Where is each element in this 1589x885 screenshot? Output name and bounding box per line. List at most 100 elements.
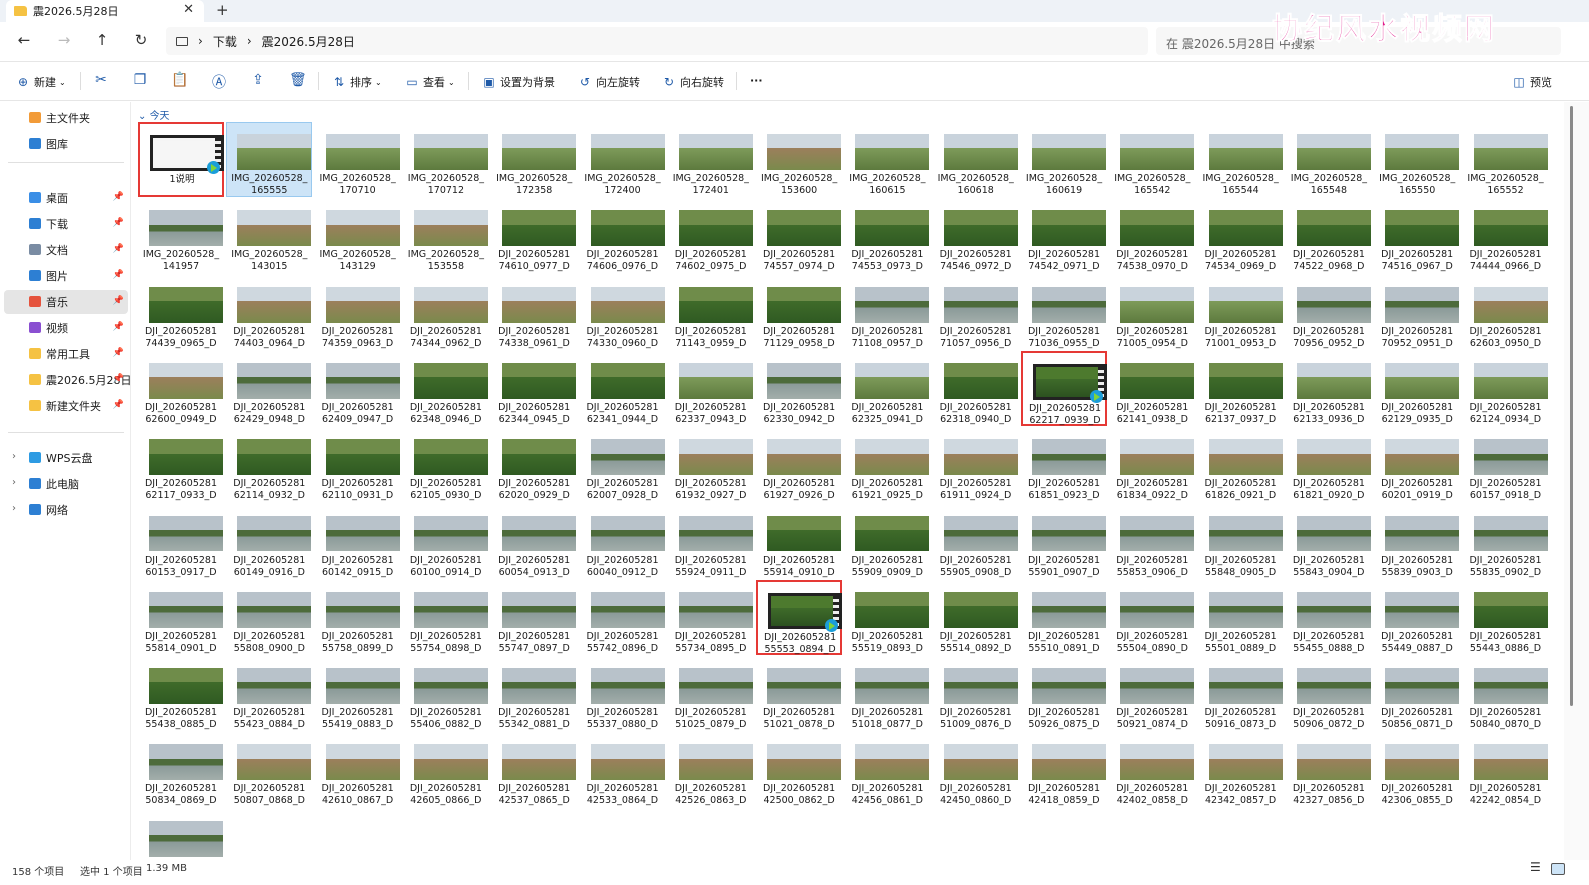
file-item[interactable]: DJI_202605281 74606_0976_D — [580, 198, 666, 273]
file-item[interactable]: DJI_202605281 62141_0938_D — [1109, 351, 1195, 426]
chevron-right-icon[interactable]: › — [12, 477, 16, 488]
file-item[interactable]: DJI_202605281 71143_0959_D — [668, 275, 754, 350]
file-item[interactable]: DJI_202605281 60201_0919_D — [1374, 427, 1460, 502]
tiles-view-icon[interactable] — [1551, 863, 1565, 875]
file-item[interactable]: DJI_202605281 55909_0909_D — [844, 504, 930, 579]
breadcrumb-item[interactable]: 震2026.5月28日 — [262, 33, 355, 50]
file-item[interactable]: IMG_20260528_ 141957 — [138, 198, 224, 273]
back-icon[interactable]: ← — [14, 31, 34, 49]
file-item[interactable]: DJI_202605281 42500_0862_D — [756, 732, 842, 807]
file-item[interactable]: IMG_20260528_ 165544 — [1198, 122, 1284, 197]
file-item[interactable]: DJI_202605281 42402_0858_D — [1109, 732, 1195, 807]
file-item[interactable]: DJI_202605281 74403_0964_D — [226, 275, 312, 350]
file-item[interactable]: DJI_202605281 50921_0874_D — [1109, 656, 1195, 731]
file-item[interactable]: DJI_202605281 62117_0933_D — [138, 427, 224, 502]
file-item[interactable]: DJI_202605281 74522_0968_D — [1286, 198, 1372, 273]
sidebar-item-pinned[interactable]: 视频 📌 — [4, 316, 128, 340]
file-item[interactable]: DJI_202605281 50916_0873_D — [1198, 656, 1284, 731]
file-item[interactable]: DJI_202605281 55924_0911_D — [668, 504, 754, 579]
file-item[interactable]: DJI_202605281 42533_0864_D — [580, 732, 666, 807]
file-item[interactable]: DJI_202605281 55501_0889_D — [1198, 580, 1284, 655]
file-item[interactable]: IMG_20260528_ 172400 — [580, 122, 666, 197]
file-item[interactable]: IMG_20260528_ 143129 — [315, 198, 401, 273]
file-item[interactable]: DJI_202605281 50926_0875_D — [1021, 656, 1107, 731]
details-view-icon[interactable]: ☰ — [1530, 860, 1544, 874]
sidebar-item-pinned[interactable]: 文档 📌 — [4, 238, 128, 262]
file-item[interactable]: DJI_202605281 62110_0931_D — [315, 427, 401, 502]
sidebar-item-pinned[interactable]: 常用工具 📌 — [4, 342, 128, 366]
file-item[interactable]: DJI_202605281 42605_0866_D — [403, 732, 489, 807]
file-item[interactable]: DJI_202605281 42342_0857_D — [1198, 732, 1284, 807]
file-item[interactable]: DJI_202605281 60153_0917_D — [138, 504, 224, 579]
file-item[interactable]: DJI_202605281 74557_0974_D — [756, 198, 842, 273]
forward-icon[interactable]: → — [54, 31, 74, 49]
refresh-icon[interactable]: ↻ — [131, 31, 151, 49]
file-item[interactable]: DJI_202605281 74344_0962_D — [403, 275, 489, 350]
sidebar-item-gallery[interactable]: 图库 — [4, 132, 128, 156]
file-item[interactable]: DJI_202605281 74538_0970_D — [1109, 198, 1195, 273]
file-item[interactable]: IMG_20260528_ 170710 — [315, 122, 401, 197]
file-item[interactable]: IMG_20260528_ 172358 — [491, 122, 577, 197]
file-item[interactable]: DJI_202605281 42610_0867_D — [315, 732, 401, 807]
copy-icon[interactable]: ❐ — [132, 72, 148, 88]
file-item[interactable]: IMG_20260528_ 165550 — [1374, 122, 1460, 197]
file-item[interactable]: DJI_202605281 62217_0939_D — [1021, 350, 1107, 426]
file-item[interactable]: DJI_202605281 74359_0963_D — [315, 275, 401, 350]
file-item[interactable]: DJI_202605281 60100_0914_D — [403, 504, 489, 579]
file-item[interactable]: DJI_202605281 61821_0920_D — [1286, 427, 1372, 502]
file-item[interactable]: DJI_202605281 62007_0928_D — [580, 427, 666, 502]
file-item[interactable]: DJI_202605281 74542_0971_D — [1021, 198, 1107, 273]
file-item[interactable]: DJI_202605281 42306_0855_D — [1374, 732, 1460, 807]
file-item[interactable]: DJI_202605281 55905_0908_D — [933, 504, 1019, 579]
delete-icon[interactable]: 🗑 — [289, 72, 307, 88]
file-item[interactable]: DJI_202605281 55449_0887_D — [1374, 580, 1460, 655]
file-item[interactable]: DJI_202605281 71108_0957_D — [844, 275, 930, 350]
file-item[interactable]: DJI_202605281 55519_0893_D — [844, 580, 930, 655]
sidebar-item-pinned[interactable]: 下载 📌 — [4, 212, 128, 236]
file-item[interactable]: DJI_202605281 61911_0924_D — [933, 427, 1019, 502]
file-item[interactable]: DJI_202605281 42418_0859_D — [1021, 732, 1107, 807]
file-item[interactable]: DJI_202605281 74439_0965_D — [138, 275, 224, 350]
rename-icon[interactable]: Ⓐ — [211, 72, 227, 92]
file-item[interactable]: IMG_20260528_ 160618 — [933, 122, 1019, 197]
file-item[interactable]: DJI_202605281 60149_0916_D — [226, 504, 312, 579]
file-item[interactable]: IMG_20260528_ 153600 — [756, 122, 842, 197]
file-item[interactable]: DJI_202605281 55510_0891_D — [1021, 580, 1107, 655]
share-icon[interactable]: ⇪ — [250, 72, 266, 88]
group-header[interactable]: ⌄ 今天 — [138, 107, 170, 122]
file-item[interactable]: DJI_202605281 70956_0952_D — [1286, 275, 1372, 350]
file-item[interactable]: DJI_202605281 62105_0930_D — [403, 427, 489, 502]
breadcrumb[interactable]: › 下载 › 震2026.5月28日 — [166, 27, 1148, 55]
file-item[interactable]: DJI_202605281 55443_0886_D — [1463, 580, 1549, 655]
up-icon[interactable]: ↑ — [92, 31, 112, 49]
file-item[interactable]: DJI_202605281 50840_0870_D — [1463, 656, 1549, 731]
file-item[interactable]: DJI_202605281 55406_0882_D — [403, 656, 489, 731]
file-item[interactable]: DJI_202605281 55455_0888_D — [1286, 580, 1372, 655]
file-item[interactable]: DJI_202605281 62114_0932_D — [226, 427, 312, 502]
file-item[interactable]: DJI_202605281 62348_0946_D — [403, 351, 489, 426]
file-item[interactable]: DJI_202605281 62409_0947_D — [315, 351, 401, 426]
sort-button[interactable]: ⇅ 排序 ⌄ — [332, 74, 382, 90]
rotate-right-button[interactable]: ↻ 向右旋转 — [662, 74, 724, 90]
file-item[interactable]: DJI_202605281 50906_0872_D — [1286, 656, 1372, 731]
file-item[interactable]: DJI_202605281 60040_0912_D — [580, 504, 666, 579]
file-item[interactable]: DJI_202605281 55747_0897_D — [491, 580, 577, 655]
sidebar-item-home[interactable]: 主文件夹 — [4, 106, 128, 130]
sidebar-item-pinned[interactable]: 桌面 📌 — [4, 186, 128, 210]
file-item[interactable]: DJI_202605281 74516_0967_D — [1374, 198, 1460, 273]
file-item[interactable]: DJI_202605281 71129_0958_D — [756, 275, 842, 350]
file-item[interactable]: IMG_20260528_ 153558 — [403, 198, 489, 273]
file-item[interactable]: DJI_202605281 55914_0910_D — [756, 504, 842, 579]
file-item[interactable]: DJI_202605281 62600_0949_D — [138, 351, 224, 426]
file-item[interactable]: DJI_202605281 55553_0894_D — [756, 579, 843, 655]
file-item[interactable]: DJI_202605281 42327_0856_D — [1286, 732, 1372, 807]
file-item[interactable]: DJI_202605281 62325_0941_D — [844, 351, 930, 426]
tab-current[interactable]: 震2026.5月28日 ✕ — [6, 0, 204, 22]
file-item[interactable]: DJI_202605281 61921_0925_D — [844, 427, 930, 502]
file-item[interactable]: DJI_202605281 62344_0945_D — [491, 351, 577, 426]
file-item[interactable]: DJI_202605281 62337_0943_D — [668, 351, 754, 426]
file-item[interactable]: DJI_202605281 55835_0902_D — [1463, 504, 1549, 579]
file-item[interactable]: IMG_20260528_ 172401 — [668, 122, 754, 197]
file-item[interactable]: IMG_20260528_ 165542 — [1109, 122, 1195, 197]
chevron-right-icon[interactable]: › — [12, 451, 16, 462]
